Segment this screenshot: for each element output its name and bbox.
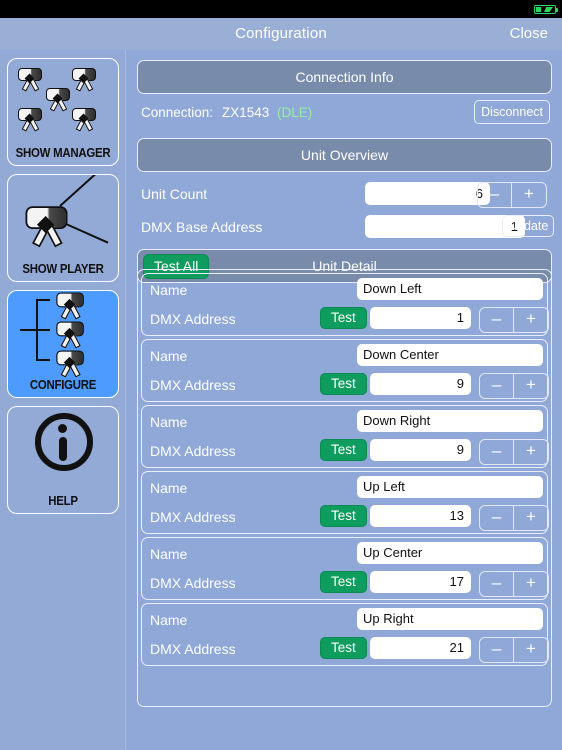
unit-list[interactable]: Name DMX Address Down Left Test 1– + Name DMX A… [137, 269, 552, 707]
unit-test-button[interactable]: Test [320, 571, 367, 593]
unit-dmx-stepper[interactable]: – + [479, 373, 549, 399]
sidebar-item-label: SHOW MANAGER [15, 145, 111, 160]
unit-dmx-plus-button[interactable]: + [514, 440, 548, 464]
unit-count-stepper[interactable]: – + [477, 182, 547, 208]
sidebar: SHOW MANAGER SHOW PLAYER CONFIGURE HELP [0, 50, 126, 750]
dmx-base-input[interactable]: 1 [365, 215, 525, 238]
unit-dmx-input[interactable]: 13 [370, 505, 471, 527]
unit-name-input[interactable]: Up Center [357, 542, 543, 564]
unit-dmx-label: DMX Address [150, 377, 236, 393]
sidebar-item-configure[interactable]: CONFIGURE [7, 290, 119, 398]
unit-dmx-minus-button[interactable]: – [480, 308, 514, 332]
sidebar-item-label: CONFIGURE [29, 377, 97, 392]
connection-label: Connection: [141, 105, 214, 120]
unit-dmx-input[interactable]: 9 [370, 439, 471, 461]
dmx-base-row: DMX Base Address 1 Update [137, 213, 555, 241]
unit-test-button[interactable]: Test [320, 307, 367, 329]
unit-name-label: Name [150, 546, 188, 562]
sidebar-item-show-manager[interactable]: SHOW MANAGER [7, 58, 119, 166]
unit-card: Name DMX Address Up Center Test 17– + [141, 537, 549, 600]
unit-dmx-stepper[interactable]: – + [479, 571, 549, 597]
unit-dmx-label: DMX Address [150, 509, 236, 525]
connection-device-name: ZX1543 [222, 105, 270, 120]
unit-dmx-stepper[interactable]: – + [479, 637, 549, 663]
unit-dmx-stepper[interactable]: – + [479, 439, 549, 465]
connection-row: Connection: ZX1543 (DLE) Disconnect [137, 98, 552, 128]
unit-name-label: Name [150, 282, 188, 298]
unit-dmx-minus-button[interactable]: – [480, 440, 514, 464]
sidebar-item-show-player[interactable]: SHOW PLAYER [7, 174, 119, 282]
unit-dmx-label: DMX Address [150, 311, 236, 327]
unit-test-button[interactable]: Test [320, 505, 367, 527]
unit-test-button[interactable]: Test [320, 439, 367, 461]
connection-state: (DLE) [277, 105, 313, 120]
unit-count-plus-button[interactable]: + [512, 183, 546, 207]
unit-dmx-input[interactable]: 9 [370, 373, 471, 395]
unit-overview-header[interactable]: Unit Overview [137, 138, 552, 172]
dmx-base-label: DMX Base Address [141, 219, 263, 235]
disconnect-button[interactable]: Disconnect [474, 100, 550, 124]
unit-dmx-input[interactable]: 1 [370, 307, 471, 329]
connection-info-header[interactable]: Connection Info [137, 60, 552, 94]
unit-name-input[interactable]: Down Center [357, 344, 543, 366]
page-title: Configuration [235, 25, 327, 42]
unit-test-button[interactable]: Test [320, 637, 367, 659]
projector-tree-icon [8, 291, 118, 378]
unit-card: Name DMX Address Up Left Test 13– + [141, 471, 549, 534]
unit-name-label: Name [150, 612, 188, 628]
battery-charging-icon [534, 5, 558, 14]
unit-dmx-minus-button[interactable]: – [480, 506, 514, 530]
info-circle-icon [8, 407, 118, 491]
unit-count-minus-button[interactable]: – [478, 183, 512, 207]
app-root: Configuration Close SHOW MANAGER SHOW PL… [0, 0, 562, 750]
unit-dmx-label: DMX Address [150, 641, 236, 657]
projector-beam-icon [8, 175, 118, 259]
unit-card: Name DMX Address Down Right Test 9– + [141, 405, 549, 468]
unit-count-row: Unit Count 6 – + [137, 180, 552, 208]
section-title: Connection Info [295, 69, 394, 85]
unit-dmx-minus-button[interactable]: – [480, 572, 514, 596]
unit-dmx-stepper[interactable]: – + [479, 505, 549, 531]
sidebar-item-label: HELP [48, 493, 78, 508]
unit-name-input[interactable]: Down Right [357, 410, 543, 432]
update-button[interactable]: Update [502, 215, 555, 237]
unit-dmx-label: DMX Address [150, 443, 236, 459]
unit-dmx-input[interactable]: 21 [370, 637, 471, 659]
unit-card: Name DMX Address Up Right Test 21– + [141, 603, 549, 666]
sidebar-item-help[interactable]: HELP [7, 406, 119, 514]
unit-name-label: Name [150, 414, 188, 430]
unit-count-input[interactable]: 6 [365, 182, 490, 205]
multi-projector-icon [8, 59, 118, 143]
unit-dmx-plus-button[interactable]: + [514, 572, 548, 596]
unit-dmx-minus-button[interactable]: – [480, 374, 514, 398]
unit-name-input[interactable]: Up Left [357, 476, 543, 498]
unit-name-input[interactable]: Up Right [357, 608, 543, 630]
unit-dmx-stepper[interactable]: – + [479, 307, 549, 333]
unit-dmx-plus-button[interactable]: + [514, 374, 548, 398]
unit-card: Name DMX Address Down Left Test 1– + [141, 273, 549, 336]
unit-name-label: Name [150, 480, 188, 496]
unit-test-button[interactable]: Test [320, 373, 367, 395]
unit-dmx-label: DMX Address [150, 575, 236, 591]
unit-name-label: Name [150, 348, 188, 364]
unit-dmx-plus-button[interactable]: + [514, 638, 548, 662]
unit-card: Name DMX Address Down Center Test 9– + [141, 339, 549, 402]
navigation-bar: Configuration Close [0, 18, 562, 50]
unit-name-input[interactable]: Down Left [357, 278, 543, 300]
main-content: Connection Info Connection: ZX1543 (DLE)… [127, 50, 562, 750]
unit-dmx-minus-button[interactable]: – [480, 638, 514, 662]
unit-dmx-input[interactable]: 17 [370, 571, 471, 593]
section-title: Unit Overview [300, 147, 389, 163]
status-bar [0, 0, 562, 18]
close-button[interactable]: Close [510, 25, 548, 42]
unit-dmx-plus-button[interactable]: + [514, 506, 548, 530]
unit-dmx-plus-button[interactable]: + [514, 308, 548, 332]
sidebar-item-label: SHOW PLAYER [22, 261, 104, 276]
unit-count-label: Unit Count [141, 186, 208, 202]
